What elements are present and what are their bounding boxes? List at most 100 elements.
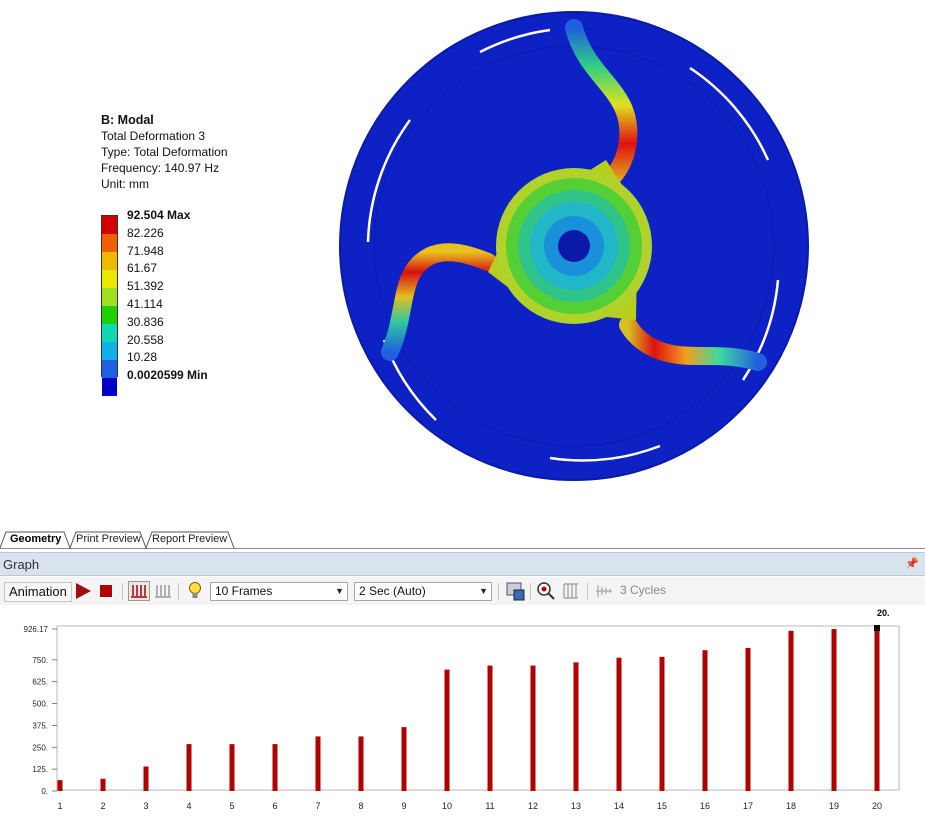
view-tabs: Geometry Print Preview Report Preview [0,531,925,549]
bar-mode-9[interactable] [401,727,407,791]
x-tick-label: 15 [657,801,667,811]
plot-area [56,625,900,791]
bar-mode-12[interactable] [530,665,536,791]
x-tick-label: 10 [442,801,452,811]
x-tick-label: 8 [358,801,363,811]
hub-bore [558,230,590,262]
bar-mode-13[interactable] [573,662,579,791]
legend-value: 0.0020599 Min [127,368,208,383]
x-tick-label: 12 [528,801,538,811]
y-tick-label: 0. [41,787,48,796]
result-legend-info: B: Modal Total Deformation 3 Type: Total… [101,112,228,192]
lightbulb-icon[interactable] [186,581,204,601]
bar-mode-15[interactable] [659,656,665,791]
bar-mode-2[interactable] [100,778,106,791]
x-tick-label: 19 [829,801,839,811]
model-viewport[interactable]: B: Modal Total Deformation 3 Type: Total… [0,0,925,528]
legend-value: 82.226 [127,225,164,240]
bar-mode-11[interactable] [487,665,493,791]
x-tick-label: 11 [485,801,494,811]
bar-mode-6[interactable] [272,744,278,791]
toolbar-separator [530,583,531,600]
y-tick-label: 500. [32,700,48,709]
colorbar-segment [102,324,117,342]
bar-mode-1[interactable] [57,780,63,791]
cycles-icon[interactable] [594,581,614,601]
bar-mode-19[interactable] [831,629,837,791]
x-tick-label: 14 [614,801,624,811]
chevron-down-icon: ▼ [479,586,488,596]
frames-select-value: 10 Frames [215,584,273,598]
legend-value: 41.114 [127,297,163,311]
graph-panel-header: Graph 📌 [0,552,925,576]
legend-value: 61.67 [127,261,158,276]
y-tick-label: 125. [32,765,48,774]
legend-frequency: Frequency: 140.97 Hz [101,161,220,175]
legend-unit: Unit: mm [101,177,149,191]
animation-label: Animation [4,582,72,602]
x-tick-label: 16 [700,801,710,811]
selected-mode-label: 20. [877,608,890,618]
y-tick-label: 375. [32,721,48,730]
colorbar-segment [102,234,117,252]
x-tick-label: 6 [272,801,277,811]
deformation-model[interactable] [338,10,810,482]
legend-value: 71.948 [127,243,164,258]
legend-value: 51.392 [127,279,164,294]
bar-mode-7[interactable] [315,736,321,791]
pin-icon[interactable]: 📌 [905,557,919,570]
legend-value: 10.28 [127,350,158,365]
legend-value: 30.836 [127,314,164,329]
bar-mode-3[interactable] [143,766,149,791]
distributed-frames-icon[interactable] [128,581,150,601]
x-tick-label: 5 [229,801,234,811]
bar-mode-8[interactable] [358,736,364,791]
frames-select[interactable]: 10 Frames ▼ [210,582,348,601]
y-tick-label: 750. [32,656,48,665]
x-axis: 1 2 3 4 5 6 7 8 9 10 11 12 13 14 15 16 17 18 19 20 [57,801,882,811]
y-tick-label: 625. [32,678,48,687]
x-tick-label: 13 [571,801,581,811]
colorbar-segment [102,306,117,324]
colorbar-segment [102,252,117,270]
bar-mode-18[interactable] [788,630,794,791]
selected-mode-marker [874,625,880,631]
colorbar-segment [102,270,117,288]
x-tick-label: 9 [401,801,406,811]
x-tick-label: 18 [786,801,796,811]
y-tick-label: 926.17 [24,625,49,634]
colorbar-segment [102,288,117,306]
export-video-icon[interactable] [506,581,526,601]
x-tick-label: 1 [57,801,62,811]
bar-mode-17[interactable] [745,647,751,791]
stop-icon[interactable] [98,581,114,601]
y-tick-label: 250. [32,743,48,752]
bar-mode-16[interactable] [702,650,708,791]
contour-colorbar [101,215,118,396]
bar-mode-14[interactable] [616,657,622,791]
legend-title: B: Modal [101,113,154,127]
bar-mode-20[interactable] [874,629,880,791]
legend-value: 92.504 Max [127,208,191,222]
colorbar-segment [102,360,117,378]
x-tick-label: 17 [743,801,753,811]
grid-icon[interactable] [561,581,581,601]
legend-result-name: Total Deformation 3 [101,129,206,143]
frequency-bar-chart[interactable]: 0.125.250.375.500.625.750.926.17 1234567… [0,608,925,819]
x-tick-label: 4 [186,801,191,811]
x-tick-label: 7 [315,801,320,811]
bar-mode-10[interactable] [444,669,450,791]
x-tick-label: 20 [872,801,882,811]
duration-select[interactable]: 2 Sec (Auto) ▼ [354,582,492,601]
toolbar-separator [498,583,499,600]
duration-select-value: 2 Sec (Auto) [359,584,426,598]
x-tick-label: 2 [100,801,105,811]
toolbar-separator [587,583,588,600]
result-frames-icon[interactable] [153,581,173,601]
graph-title: Graph [3,557,40,572]
cycles-label: 3 Cycles [620,583,667,597]
play-icon[interactable] [74,581,92,601]
bar-mode-4[interactable] [186,744,192,791]
zoom-to-fit-icon[interactable] [536,581,556,601]
bar-mode-5[interactable] [229,744,235,791]
